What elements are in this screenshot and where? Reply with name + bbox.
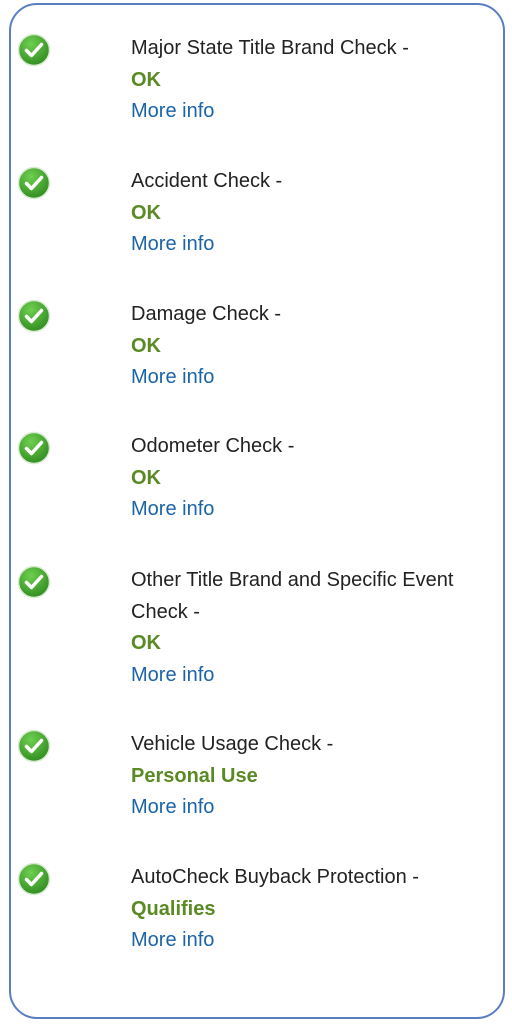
check-status: OK (131, 334, 161, 357)
check-circle-icon (17, 166, 51, 200)
check-text: Damage Check - OK More info (131, 299, 481, 394)
check-text: AutoCheck Buyback Protection - Qualifies… (131, 862, 481, 957)
check-circle-icon (17, 299, 51, 333)
check-circle-icon (17, 565, 51, 599)
check-text: Odometer Check - OK More info (131, 431, 481, 526)
check-circle-icon (17, 33, 51, 67)
more-info-link[interactable]: More info (131, 96, 481, 128)
check-status: OK (131, 466, 161, 489)
check-status: OK (131, 632, 161, 654)
check-status: OK (131, 201, 161, 224)
check-text: Accident Check - OK More info (131, 166, 481, 261)
check-status: Qualifies (131, 897, 216, 920)
more-info-link[interactable]: More info (131, 229, 481, 261)
check-title: AutoCheck Buyback Protection - (131, 866, 419, 888)
check-title: Other Title Brand and Specific Event Che… (131, 569, 454, 623)
check-circle-icon (17, 729, 51, 763)
check-title: Damage Check - (131, 303, 282, 325)
more-info-link[interactable]: More info (131, 792, 481, 824)
check-status: OK (131, 68, 161, 91)
more-info-link[interactable]: More info (131, 925, 481, 957)
check-circle-icon (17, 862, 51, 896)
history-checks-card: Major State Title Brand Check - OK More … (9, 3, 505, 1019)
check-title: Accident Check - (131, 170, 283, 192)
check-status: Personal Use (131, 764, 258, 787)
check-title: Major State Title Brand Check - (131, 37, 409, 59)
more-info-link[interactable]: More info (131, 660, 481, 692)
check-text: Other Title Brand and Specific Event Che… (131, 565, 481, 691)
check-circle-icon (17, 431, 51, 465)
check-text: Major State Title Brand Check - OK More … (131, 33, 481, 128)
check-text: Vehicle Usage Check - Personal Use More … (131, 729, 481, 824)
more-info-link[interactable]: More info (131, 362, 481, 394)
more-info-link[interactable]: More info (131, 494, 481, 526)
check-title: Vehicle Usage Check - (131, 733, 334, 755)
check-title: Odometer Check - (131, 435, 295, 457)
